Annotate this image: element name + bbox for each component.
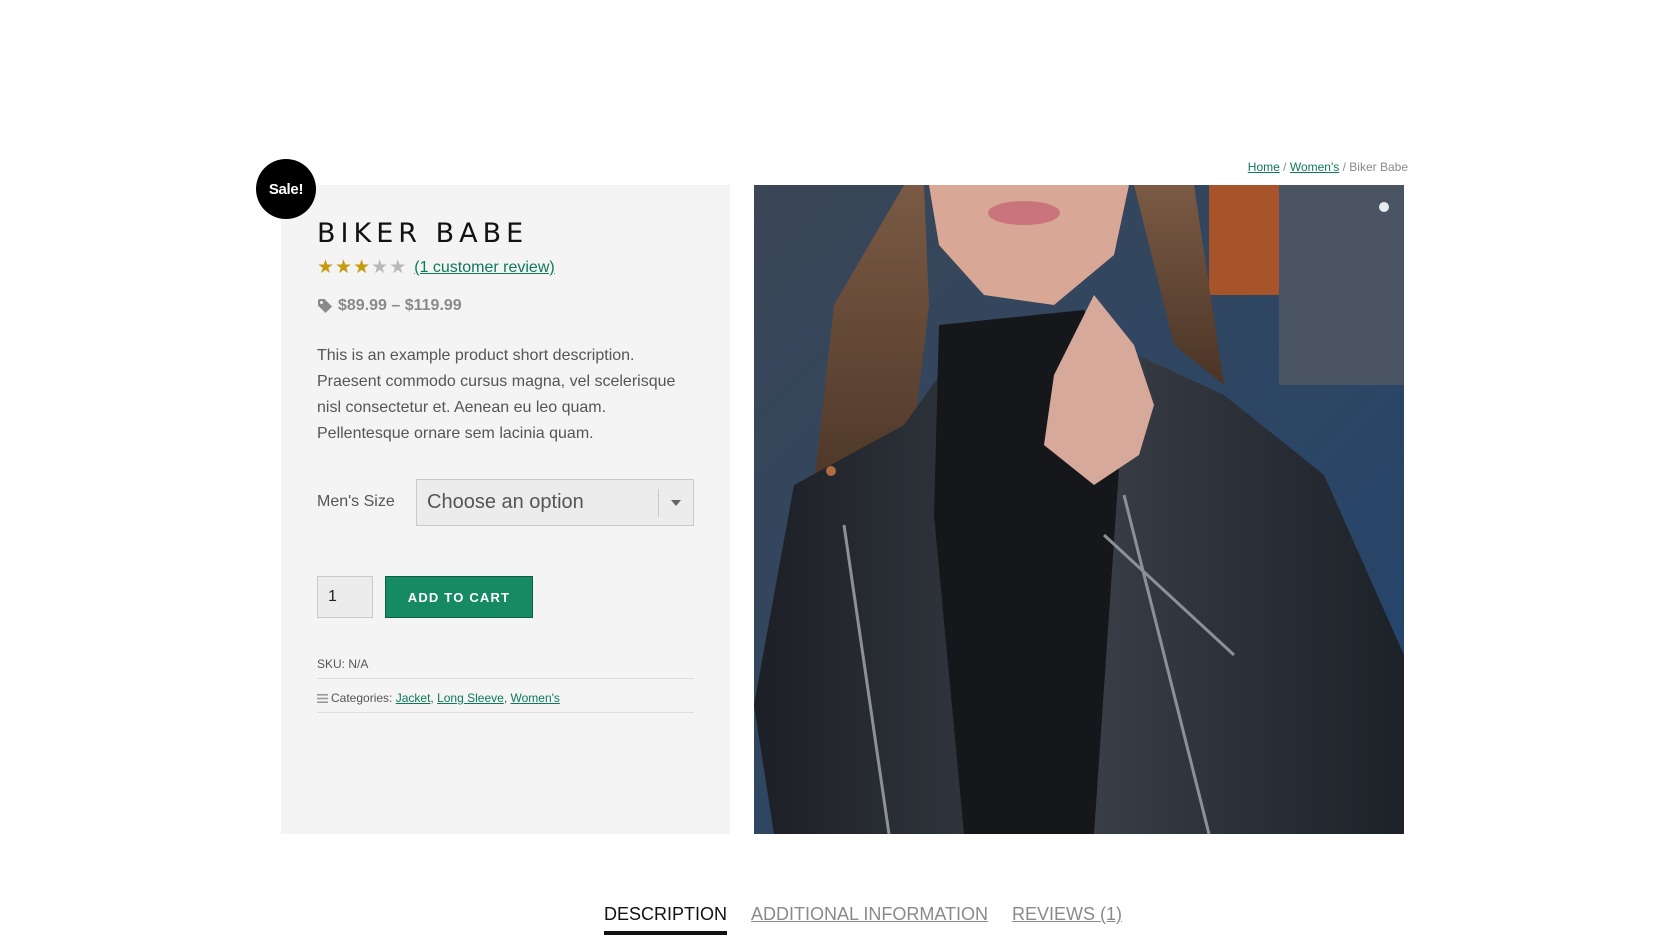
star-icon: ★ xyxy=(317,257,335,278)
size-select[interactable]: Choose an option xyxy=(416,479,694,526)
list-icon xyxy=(317,693,328,703)
breadcrumb-separator: / xyxy=(1283,160,1287,174)
add-to-cart-button[interactable]: ADD TO CART xyxy=(385,576,533,618)
meta-divider xyxy=(317,678,694,679)
breadcrumb-home-link[interactable]: Home xyxy=(1248,160,1280,174)
star-icon: ★ xyxy=(389,257,407,278)
product-price: $89.99 – $119.99 xyxy=(317,297,462,315)
size-select-value: Choose an option xyxy=(427,491,584,513)
jacket-photo xyxy=(754,185,1404,834)
breadcrumb-separator: / xyxy=(1342,160,1346,174)
chevron-down-icon[interactable] xyxy=(659,480,693,525)
product-sku: SKU: N/A xyxy=(317,657,369,671)
meta-divider xyxy=(317,712,694,713)
tab-description[interactable]: DESCRIPTION xyxy=(604,904,728,935)
star-rating: ★ ★ ★ ★ ★ xyxy=(317,258,406,278)
product-rating: ★ ★ ★ ★ ★ (1 customer review) xyxy=(317,258,555,278)
product-categories: Categories: Jacket, Long Sleeve, Women's xyxy=(317,691,560,705)
category-link-jacket[interactable]: Jacket xyxy=(396,691,431,705)
product-tabs: DESCRIPTION ADDITIONAL INFORMATION REVIE… xyxy=(604,904,1122,935)
variation-label: Men's Size xyxy=(317,493,395,510)
tab-additional-information[interactable]: ADDITIONAL INFORMATION xyxy=(751,904,988,935)
star-icon: ★ xyxy=(353,257,371,278)
customer-review-link[interactable]: (1 customer review) xyxy=(414,259,554,277)
star-icon: ★ xyxy=(371,257,389,278)
product-image[interactable] xyxy=(754,185,1404,834)
breadcrumb: Home / Women's / Biker Babe xyxy=(1248,160,1408,174)
categories-label: Categories: xyxy=(331,691,393,705)
category-link-long-sleeve[interactable]: Long Sleeve xyxy=(437,691,504,705)
sale-badge: Sale! xyxy=(256,159,316,219)
quantity-input[interactable] xyxy=(317,576,373,618)
star-icon: ★ xyxy=(335,257,353,278)
product-title: BIKER BABE xyxy=(317,218,529,249)
breadcrumb-current: Biker Babe xyxy=(1349,160,1408,174)
price-range: $89.99 – $119.99 xyxy=(338,297,462,314)
price-tag-icon xyxy=(318,299,332,313)
breadcrumb-category-link[interactable]: Women's xyxy=(1290,160,1339,174)
category-link-womens[interactable]: Women's xyxy=(510,691,559,705)
product-short-description: This is an example product short descrip… xyxy=(317,347,676,442)
tab-reviews[interactable]: REVIEWS (1) xyxy=(1012,904,1122,935)
